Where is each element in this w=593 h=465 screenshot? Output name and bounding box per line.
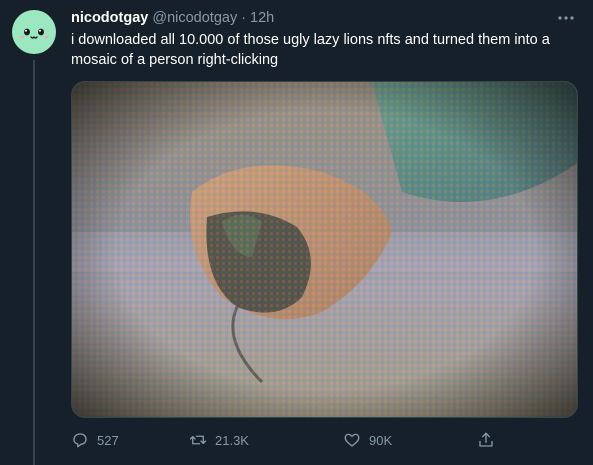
tweet-media-image[interactable]	[71, 81, 578, 418]
smiley-face-icon	[19, 28, 49, 39]
timestamp[interactable]: 12h	[250, 10, 274, 26]
heart-icon	[344, 433, 360, 447]
tweet-header: nicodotgay @nicodotgay · 12h	[71, 8, 577, 28]
like-button[interactable]: 90K	[343, 431, 392, 449]
tweet-text: i downloaded all 10.000 of those ugly la…	[71, 32, 550, 68]
reply-count: 527	[97, 432, 119, 448]
retweet-button[interactable]: 21.3K	[189, 431, 249, 449]
avatar-column	[12, 10, 56, 465]
retweet-count: 21.3K	[215, 432, 249, 448]
avatar[interactable]	[12, 10, 56, 54]
retweet-icon	[189, 435, 207, 445]
user-handle[interactable]: @nicodotgay	[152, 10, 237, 26]
share-icon	[479, 432, 493, 447]
like-count: 90K	[369, 432, 393, 448]
display-name[interactable]: nicodotgay	[71, 10, 148, 26]
reply-button[interactable]: 527	[71, 431, 119, 449]
thread-line	[33, 60, 35, 465]
separator-dot: ·	[241, 10, 247, 26]
tweet-actions: 527 21.3K 90K	[71, 429, 511, 451]
reply-icon	[73, 433, 87, 448]
share-button[interactable]	[477, 431, 495, 449]
more-dots-icon	[558, 16, 574, 20]
more-options-button[interactable]	[555, 8, 577, 28]
mosaic-photo-icon	[72, 82, 577, 417]
tweet[interactable]: nicodotgay @nicodotgay · 12h i downloade…	[0, 0, 593, 465]
